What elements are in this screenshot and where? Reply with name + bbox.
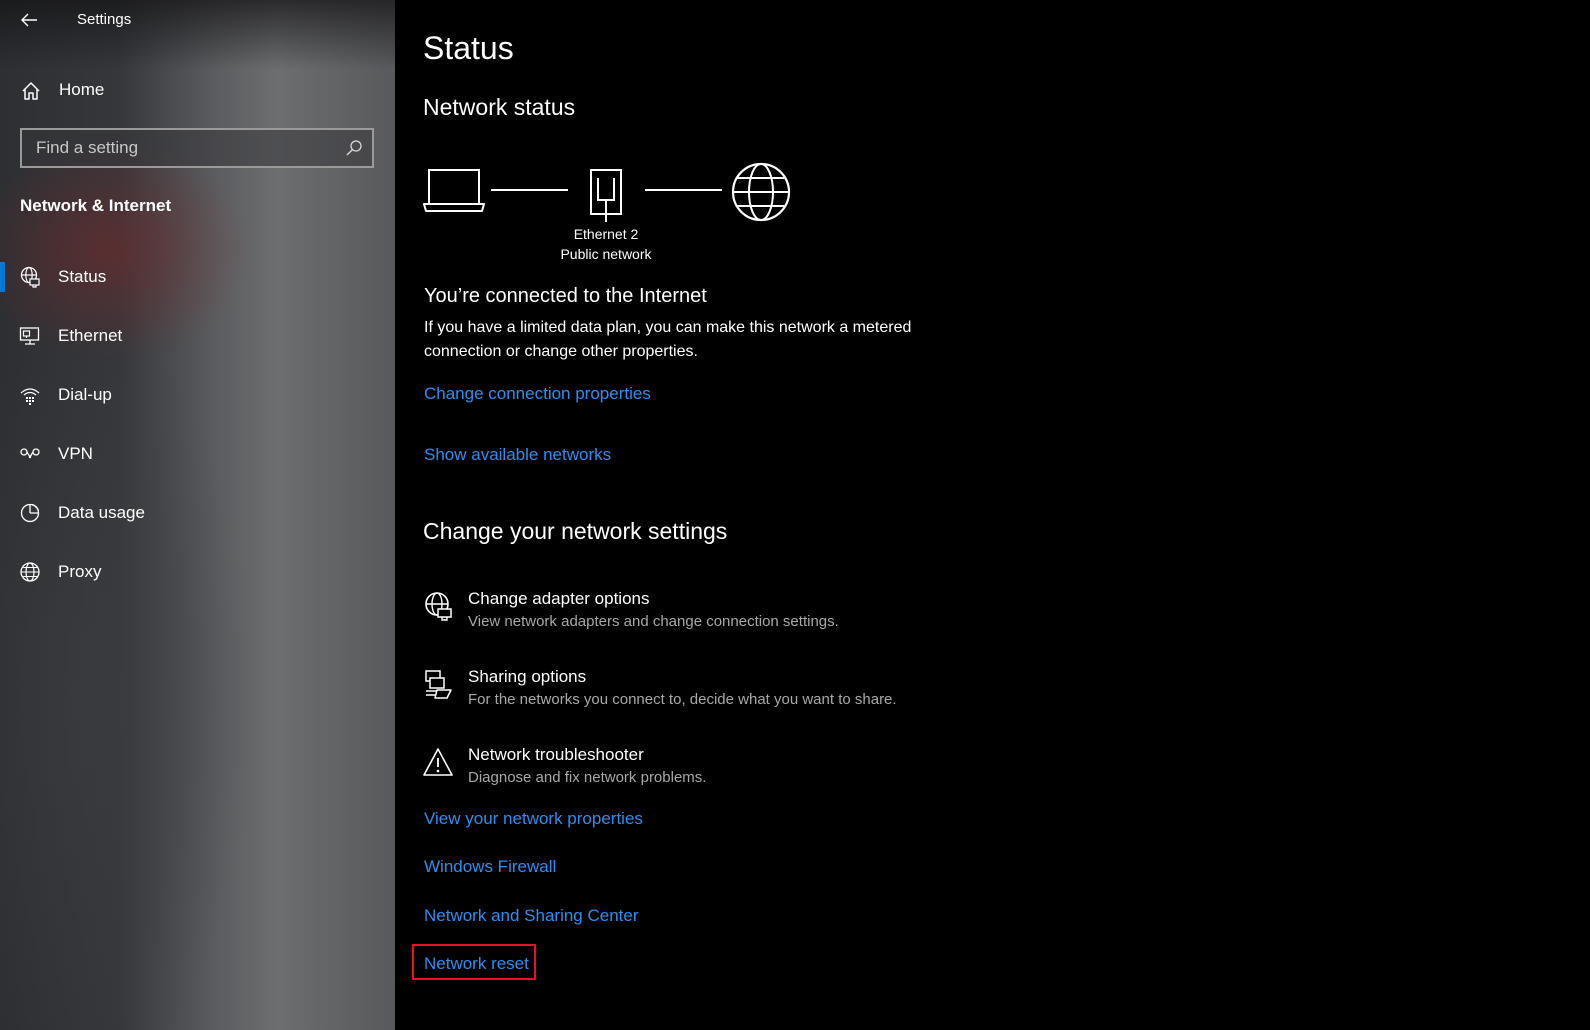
network-status-heading: Network status: [423, 94, 576, 120]
search-icon[interactable]: [345, 139, 363, 157]
sidebar-item-label: Status: [58, 267, 107, 286]
connection-description: If you have a limited data plan, you can…: [424, 319, 912, 360]
ethernet-port-icon: [590, 169, 622, 222]
dial-up-icon: [20, 388, 40, 405]
selection-indicator: [0, 262, 5, 292]
diagram-caption: Ethernet 2 Public network: [525, 224, 687, 264]
warning-icon: [423, 748, 453, 776]
globe-icon: [20, 562, 40, 582]
page-title: Status: [423, 30, 514, 66]
option-title: Sharing options: [468, 667, 587, 686]
network-sharing-center-link[interactable]: Network and Sharing Center: [424, 906, 639, 926]
back-arrow-icon: [21, 13, 37, 27]
sidebar-item-status[interactable]: Status: [0, 254, 395, 300]
main-content: Status Network status Ethernet 2 Public …: [395, 0, 1590, 1030]
back-button[interactable]: [14, 6, 44, 34]
vpn-icon: [20, 448, 40, 459]
app-title: Settings: [77, 11, 132, 28]
sidebar-item-dial-up[interactable]: Dial-up: [0, 372, 395, 418]
option-title: Network troubleshooter: [468, 745, 644, 764]
change-connection-properties-link[interactable]: Change connection properties: [424, 384, 651, 404]
option-title: Change adapter options: [468, 589, 650, 608]
sidebar-item-data-usage[interactable]: Data usage: [0, 490, 395, 536]
home-nav-item[interactable]: Home: [0, 70, 395, 112]
network-troubleshooter[interactable]: Network troubleshooter Diagnose and fix …: [423, 745, 1123, 801]
search-box: [20, 128, 374, 168]
sidebar-item-label: Dial-up: [58, 385, 112, 404]
highlight-annotation-box: [412, 944, 536, 980]
home-label: Home: [59, 80, 105, 99]
internet-globe-icon: [731, 162, 791, 222]
ethernet-icon: [19, 327, 40, 345]
adapter-name: Ethernet 2: [573, 226, 639, 242]
data-usage-icon: [20, 503, 40, 523]
status-globe-icon: [20, 266, 40, 288]
sidebar-item-vpn[interactable]: VPN: [0, 431, 395, 477]
laptop-icon: [423, 169, 485, 212]
windows-firewall-link[interactable]: Windows Firewall: [424, 857, 556, 877]
network-type: Public network: [560, 246, 652, 262]
sidebar: Settings Home Network & Internet Status: [0, 0, 395, 1030]
show-available-networks-link[interactable]: Show available networks: [424, 445, 611, 465]
sidebar-item-label: Data usage: [58, 503, 145, 522]
option-subtitle: Diagnose and fix network problems.: [468, 769, 707, 786]
sharing-icon: [425, 670, 452, 699]
change-adapter-options[interactable]: Change adapter options View network adap…: [423, 589, 1123, 645]
search-input[interactable]: [22, 130, 346, 166]
title-bar: Settings: [0, 0, 395, 40]
option-subtitle: For the networks you connect to, decide …: [468, 691, 897, 708]
sharing-options[interactable]: Sharing options For the networks you con…: [423, 667, 1123, 723]
sidebar-item-proxy[interactable]: Proxy: [0, 549, 395, 595]
adapter-globe-icon: [425, 592, 452, 621]
view-network-properties-link[interactable]: View your network properties: [424, 809, 643, 829]
home-icon: [22, 82, 40, 100]
connection-status-text: You’re connected to the Internet: [424, 285, 707, 307]
section-title: Network & Internet: [20, 196, 172, 215]
change-settings-heading: Change your network settings: [423, 518, 728, 544]
sidebar-item-label: Ethernet: [58, 326, 123, 345]
sidebar-item-ethernet[interactable]: Ethernet: [0, 313, 395, 359]
sidebar-item-label: Proxy: [58, 562, 102, 581]
sidebar-item-label: VPN: [58, 444, 93, 463]
option-subtitle: View network adapters and change connect…: [468, 613, 839, 630]
